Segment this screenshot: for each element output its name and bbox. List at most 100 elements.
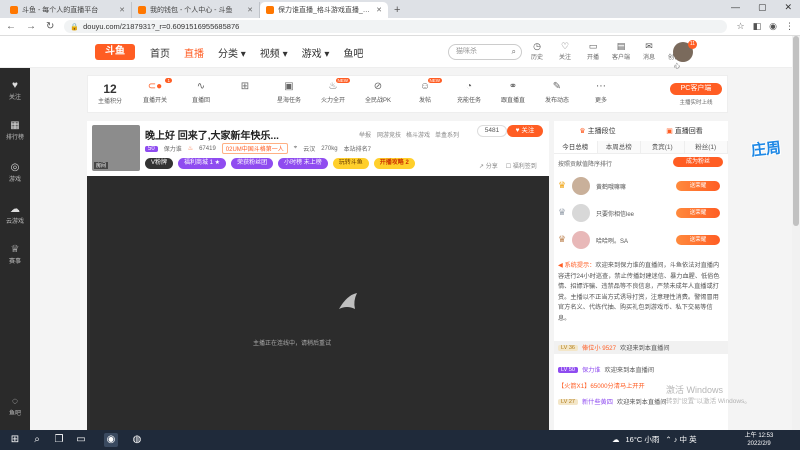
func-star-task[interactable]: ▣ 星海任务 (272, 81, 306, 104)
file-explorer-icon[interactable]: ▭ (74, 433, 88, 447)
rocket-message[interactable]: 【火箭X1】65000分清马上开开 (558, 381, 645, 390)
tab-vip[interactable]: 贵宾(1) (641, 141, 685, 153)
nav-home[interactable]: 首页 (150, 45, 170, 60)
anchor-meta: 50 保力谁 ♨ 67419 02UM中国斗格第一人 ⌖ 云汉 270kg 本站… (145, 143, 371, 154)
hourly-rank-pill[interactable]: 小时榜 未上榜 (278, 158, 328, 169)
tab-replay[interactable]: ▣ 直播回看 (641, 125, 728, 139)
extensions-icon[interactable]: ◧ (753, 21, 762, 32)
scrollbar-thumb[interactable] (793, 36, 799, 226)
func-replay[interactable]: ∿ 直播回 (184, 81, 218, 104)
browser-tab-1[interactable]: 我的钱包 - 个人中心 - 斗鱼 ✕ (132, 2, 260, 18)
func-link[interactable]: ⚭ 跟直播直 (496, 81, 530, 104)
weather-text[interactable]: 16°C 小雨 (626, 434, 660, 445)
nav-fishbar[interactable]: 鱼吧 (343, 45, 363, 60)
chat-username[interactable]: 保力谁 (582, 365, 601, 374)
douyu-fun-pill[interactable]: 玩转斗鱼 (332, 158, 369, 169)
func-post[interactable]: ☺ 发帖 NEW (408, 78, 442, 104)
tab-close-icon[interactable]: ✕ (119, 6, 125, 14)
func-gift[interactable]: ⊞ (228, 81, 262, 95)
sidebar-item-fishbar[interactable]: ◌ 鱼吧 (0, 396, 30, 417)
rank-gift-button[interactable]: 送荣耀 (676, 181, 720, 191)
menu-icon[interactable]: ⋮ (785, 21, 794, 32)
sidebar-item-follow[interactable]: ♥ 关注 (0, 80, 30, 101)
task-view-icon[interactable]: ❐ (52, 433, 66, 447)
top-nav: 首页 直播 分类 ▾ 视频 ▾ 游戏 ▾ 鱼吧 (150, 45, 363, 60)
rank-row[interactable]: ♛ 只要你相信lee 送荣耀 (558, 204, 724, 222)
share-button[interactable]: ↗ 分享 (479, 161, 498, 170)
sidebar-item-events[interactable]: ♕ 赛事 (0, 244, 30, 265)
rank-gift-button[interactable]: 送荣耀 (676, 235, 720, 245)
func-more[interactable]: ⋯ 更多 (584, 81, 618, 104)
honor-badge[interactable]: 02UM中国斗格第一人 (221, 143, 288, 154)
header-follow[interactable]: ♡ 关注 (555, 41, 575, 70)
taskbar-clock[interactable]: 上午 12:53 2022/2/9 (736, 432, 782, 448)
func-charge-task[interactable]: ◔ 充能任务 (452, 81, 486, 104)
nav-video[interactable]: 视频 ▾ (260, 45, 288, 60)
reload-button[interactable]: ↻ (46, 21, 54, 32)
new-tab-button[interactable]: + (388, 2, 406, 18)
chat-username[interactable]: 新什些黄四 (582, 397, 613, 406)
search-icon[interactable]: ⌕ (30, 433, 44, 447)
fan-group-pill[interactable]: 荣获粉丝团 (231, 158, 274, 169)
func-live-switch[interactable]: ⊂● 直播开关 1 (138, 78, 172, 104)
side-ad-banner[interactable]: 庄周 (741, 132, 791, 178)
header-client[interactable]: ▤ 客户端 (611, 41, 631, 70)
nav-category[interactable]: 分类 ▾ (218, 45, 246, 60)
sidebar-item-rank[interactable]: ▦ 排行榜 (0, 120, 30, 141)
tray-icons[interactable]: ⌃ ♪ 中 英 (665, 434, 696, 445)
follow-button[interactable]: ♥ 关注 (507, 125, 543, 137)
clock-date: 2022/2/9 (747, 441, 771, 447)
browser-tab-0[interactable]: 斗鱼 - 每个人的直播平台 ✕ (4, 2, 132, 18)
header-message[interactable]: ✉ 消息 (639, 41, 659, 70)
rank-row[interactable]: ♛ 黄鹤哦嘛嘛 送荣耀 (558, 177, 724, 195)
rank-gift-button[interactable]: 送荣耀 (676, 208, 720, 218)
sign-in-button[interactable]: ☐ 福利签到 (506, 161, 537, 170)
back-button[interactable]: ← (6, 21, 16, 32)
sidebar-item-cloud-game[interactable]: ☁ 云游戏 (0, 204, 30, 225)
tab-today-rank[interactable]: 今日总榜 (554, 141, 598, 153)
header-history[interactable]: ◷ 历史 (527, 41, 547, 70)
chat-username[interactable]: 俸位小 9527 (582, 343, 616, 352)
tab-fans[interactable]: 粉丝(1) (684, 141, 728, 153)
func-pk[interactable]: ⊘ 全民战PK (361, 81, 395, 104)
stream-tag[interactable]: 格斗游戏 (406, 130, 430, 139)
url-input[interactable]: 🔒 douyu.com/2187931?_r=0.609151695568587… (64, 20, 727, 33)
welfare-pill[interactable]: 福利商城 1 ★ (178, 158, 227, 169)
chrome-icon[interactable]: ◉ (104, 433, 118, 447)
browser-tab-2[interactable]: 保力谁直播_格斗游戏直播_斗鱼直播 ✕ (260, 2, 388, 18)
video-player[interactable]: 主播正在连线中，请稍后重试 (87, 176, 549, 430)
broadcast-guide-pill[interactable]: 开播攻略 2 (373, 158, 415, 169)
report-link[interactable]: 举报 (359, 130, 371, 139)
func-publish[interactable]: ✎ 发布动态 (540, 81, 574, 104)
anchor-score[interactable]: 12 主播积分 (92, 82, 128, 105)
forward-button[interactable]: → (26, 21, 36, 32)
tab-close-icon[interactable]: ✕ (247, 6, 253, 14)
nav-games[interactable]: 游戏 ▾ (302, 45, 330, 60)
become-fan-button[interactable]: 成为粉丝 (673, 157, 723, 167)
douyu-logo[interactable]: 斗鱼 (95, 44, 135, 60)
tab-close-icon[interactable]: ✕ (376, 6, 382, 14)
header-broadcast[interactable]: ▭ 开播 (583, 41, 603, 70)
profile-icon[interactable]: ◉ (769, 21, 777, 32)
fan-badge-pill[interactable]: V粉牌 (145, 158, 174, 169)
app-icon[interactable]: ◍ (130, 433, 144, 447)
anchor-avatar[interactable]: 房间 (92, 125, 140, 171)
stream-tag[interactable]: 网游竞技 (377, 130, 401, 139)
anchor-name[interactable]: 保力谁 (164, 144, 182, 153)
page-scrollbar[interactable] (792, 36, 800, 430)
star-icon[interactable]: ☆ (737, 21, 745, 32)
tab-anchor-rank[interactable]: ♛ 主播段位 (554, 125, 641, 139)
stream-tag[interactable]: 单盒系列 (435, 130, 459, 139)
minimize-button[interactable]: — (731, 2, 740, 13)
search-icon[interactable]: ⌕ (512, 45, 516, 59)
sidebar-item-games[interactable]: ◎ 游戏 (0, 162, 30, 183)
pc-client-button[interactable]: PC客户端 (670, 83, 722, 95)
func-fire[interactable]: ♨ 火力全开 NEW (316, 78, 350, 104)
maximize-button[interactable]: ▢ (758, 2, 767, 13)
search-input[interactable]: 猫咪杀 ⌕ (448, 44, 522, 60)
rank-row[interactable]: ♛ 哈哈咧。SA 送荣耀 (558, 231, 724, 249)
windows-start-icon[interactable]: ⊞ (8, 433, 22, 447)
close-window-button[interactable]: ✕ (784, 2, 792, 13)
nav-live[interactable]: 直播 (184, 45, 204, 60)
tab-week-rank[interactable]: 本周总榜 (597, 141, 641, 153)
